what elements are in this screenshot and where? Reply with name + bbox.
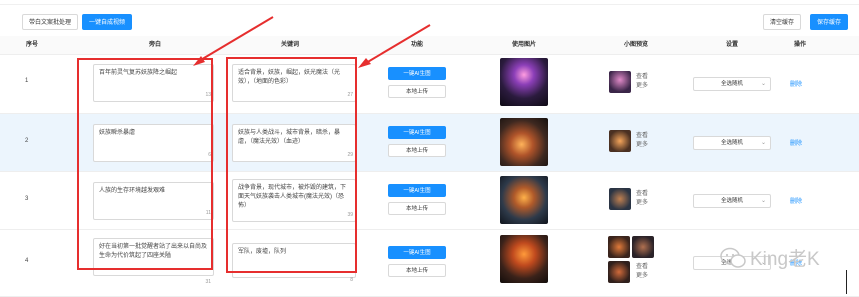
arrow-head (358, 58, 371, 68)
wechat-icon (720, 247, 746, 268)
arrow-line (365, 24, 431, 64)
cursor-caret (846, 270, 847, 294)
watermark: King老K (720, 244, 820, 271)
arrow-line (198, 16, 274, 62)
watermark-text: King老K (750, 249, 820, 270)
